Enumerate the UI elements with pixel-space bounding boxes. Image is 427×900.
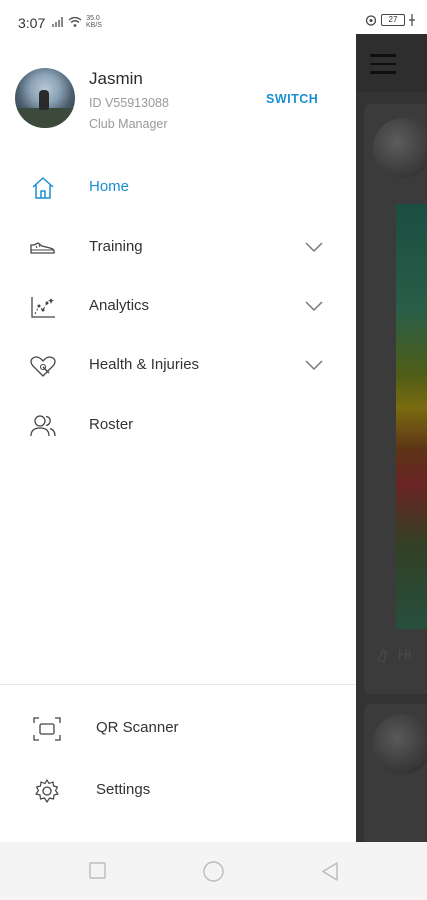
- alarm-icon: [365, 15, 377, 26]
- profile-name: Jasmin: [89, 69, 143, 88]
- qr-scan-icon: [33, 717, 61, 741]
- wifi-icon: [68, 17, 82, 27]
- menu-item-training[interactable]: Training: [0, 223, 356, 273]
- home-icon: [32, 177, 54, 199]
- net-speed-unit: KB/S: [86, 22, 102, 29]
- analytics-icon: [31, 297, 55, 318]
- people-icon: [30, 415, 56, 437]
- profile-id: ID V55913088: [89, 96, 169, 110]
- back-triangle-icon[interactable]: [321, 862, 339, 881]
- system-nav-bar: [0, 842, 427, 900]
- scrim-overlay[interactable]: [356, 34, 427, 842]
- battery-indicator: 27: [381, 14, 405, 26]
- menu-item-label: Home: [89, 178, 130, 195]
- recents-square-icon[interactable]: [89, 862, 106, 879]
- avatar[interactable]: [15, 68, 75, 128]
- chevron-down-icon[interactable]: [304, 240, 324, 254]
- menu-item-label: Settings: [96, 781, 151, 798]
- menu-item-label: QR Scanner: [96, 719, 179, 736]
- menu-item-label: Health & Injuries: [89, 356, 200, 373]
- status-bar: 3:07 35.0 KB/S 27: [0, 0, 427, 34]
- divider: [0, 684, 356, 685]
- background-app[interactable]: Hi: [356, 34, 427, 842]
- status-right: 27: [365, 14, 415, 26]
- profile-role: Club Manager: [89, 117, 168, 131]
- status-icons: 35.0 KB/S: [52, 15, 102, 29]
- menu-item-label: Training: [89, 238, 143, 255]
- net-speed: 35.0 KB/S: [86, 15, 102, 29]
- shoe-icon: [30, 242, 55, 254]
- menu-item-home[interactable]: Home: [0, 163, 356, 213]
- menu-item-settings[interactable]: Settings: [0, 766, 356, 816]
- charging-icon: [409, 14, 415, 26]
- chevron-down-icon[interactable]: [304, 358, 324, 372]
- home-circle-icon[interactable]: [203, 861, 224, 882]
- menu-item-label: Roster: [89, 416, 134, 433]
- switch-account-button[interactable]: SWITCH: [266, 92, 318, 106]
- net-speed-value: 35.0: [86, 15, 100, 22]
- menu-item-roster[interactable]: Roster: [0, 401, 356, 451]
- signal-icon: [52, 17, 63, 27]
- menu-item-health-injuries[interactable]: Health & Injuries: [0, 341, 356, 391]
- status-time: 3:07: [18, 15, 46, 31]
- gear-icon: [35, 779, 59, 803]
- menu-item-analytics[interactable]: Analytics: [0, 282, 356, 332]
- chevron-down-icon[interactable]: [304, 299, 324, 313]
- navigation-drawer: Jasmin ID V55913088 Club Manager SWITCH …: [0, 34, 356, 842]
- menu-item-qr-scanner[interactable]: QR Scanner: [0, 704, 356, 754]
- menu-item-label: Analytics: [89, 297, 150, 314]
- heart-health-icon: [30, 356, 56, 377]
